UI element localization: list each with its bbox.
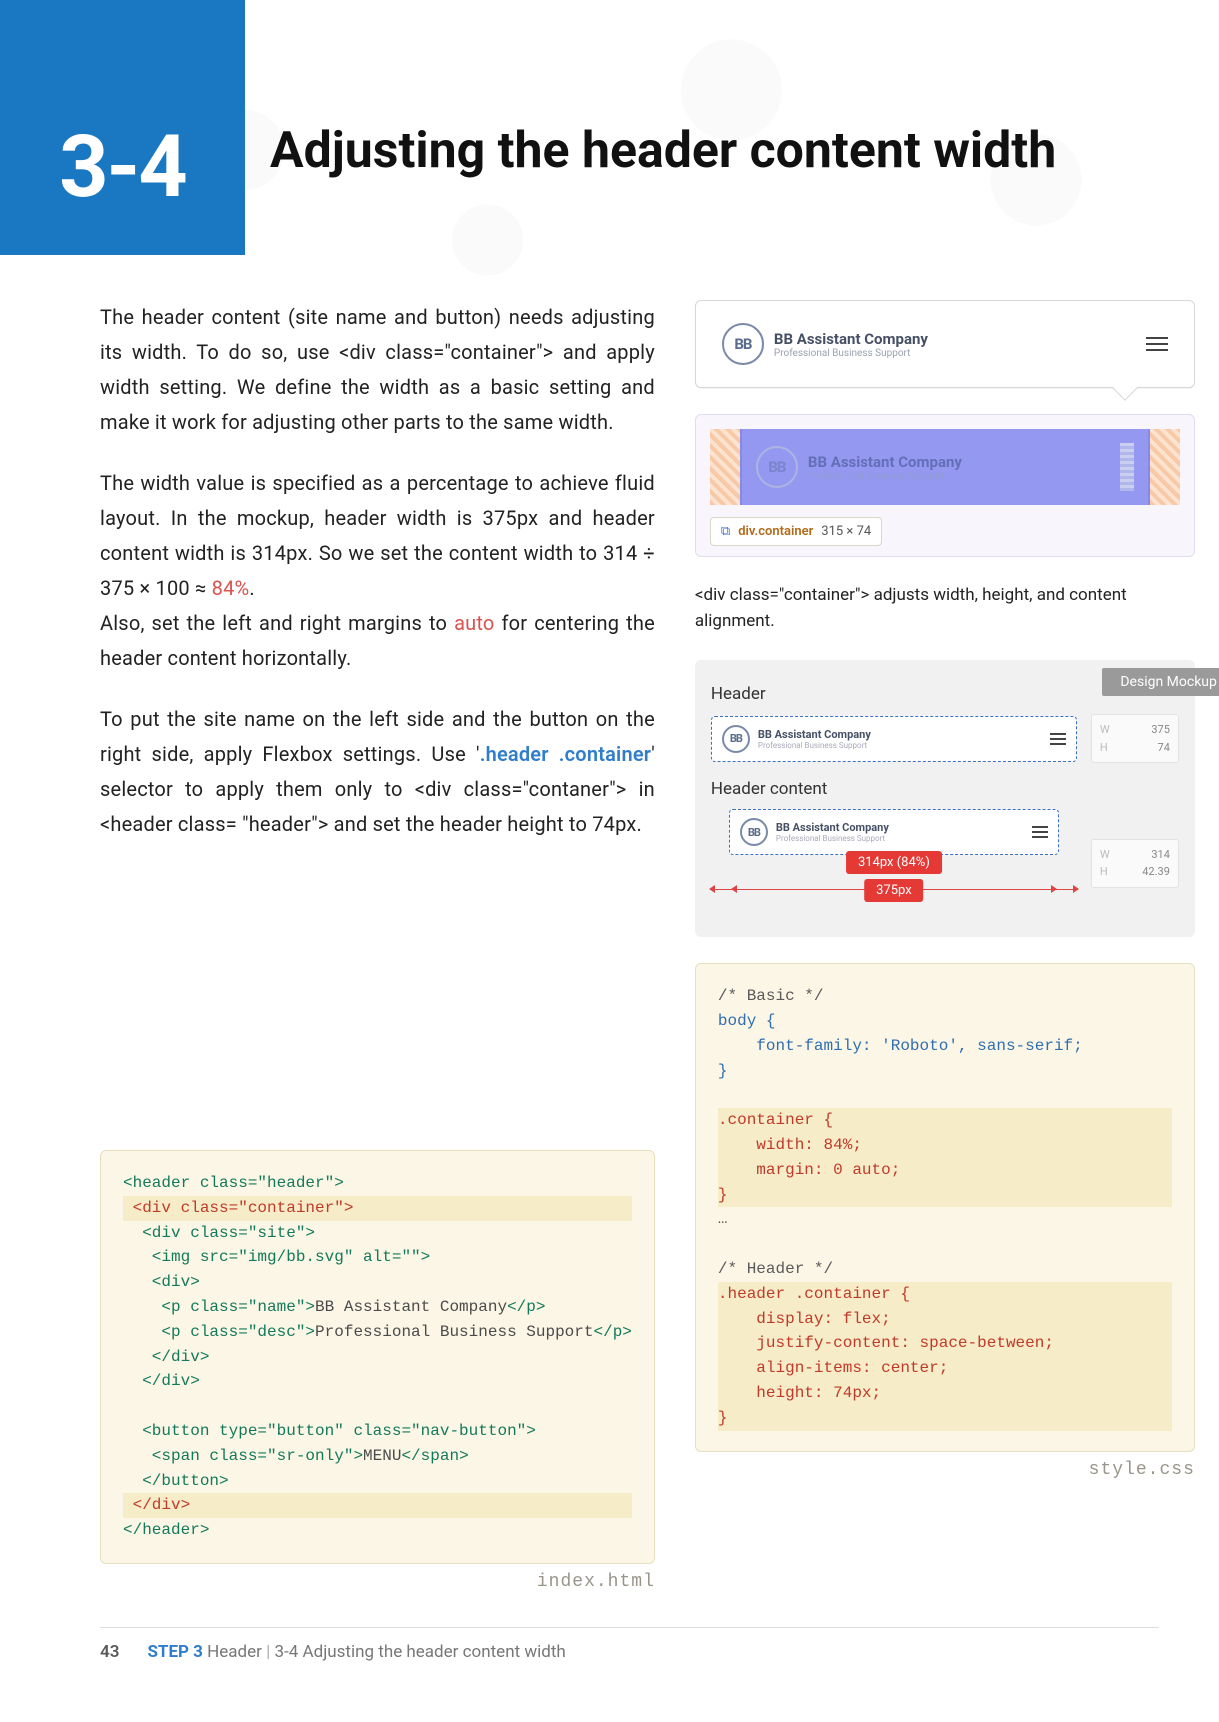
paragraph-2a: The width value is specified as a percen… [100, 471, 655, 600]
mockup-company-name: BB Assistant Company [758, 728, 871, 741]
measure-inner-badge: 314px (84%) [846, 851, 942, 874]
illustration-caption: <div class="container"> adjusts width, h… [695, 583, 1195, 634]
mockup-company-desc: Professional Business Support [758, 741, 871, 750]
hamburger-icon [1032, 826, 1048, 838]
dim-header-w: 375 [1151, 721, 1170, 739]
mockup-header-preview: BB BB Assistant Company Professional Bus… [711, 716, 1077, 762]
code-block-css: /* Basic */ body { font-family: 'Roboto'… [695, 963, 1195, 1451]
paragraph-4: To put the site name on the left side an… [100, 702, 655, 842]
bb-logo-icon: BB [722, 725, 750, 753]
mockup-company-name-2: BB Assistant Company [776, 821, 889, 834]
footer-step-label: STEP 3 [147, 1642, 203, 1662]
bb-logo-icon: BB [740, 818, 768, 846]
chapter-badge: 3-4 [0, 0, 245, 255]
paragraph-1: The header content (site name and button… [100, 300, 655, 440]
code-filename-html: index.html [100, 1572, 655, 1592]
design-mockup-tag: Design Mockup [1102, 668, 1219, 696]
company-desc: Professional Business Support [774, 348, 928, 359]
devtool-selector: div.container [738, 524, 813, 539]
dim-content-w: 314 [1151, 846, 1170, 864]
chapter-number: 3-4 [59, 116, 186, 217]
illustration-header-preview: BB BB Assistant Company Professional Bus… [695, 300, 1195, 388]
code-filename-css: style.css [695, 1460, 1195, 1480]
hamburger-icon [1146, 337, 1168, 351]
design-mockup-panel: Design Mockup Header BB BB Assistant Com… [695, 660, 1195, 937]
company-name-hl: BB Assistant Company [808, 453, 962, 471]
paragraph-2: The width value is specified as a percen… [100, 466, 655, 676]
mockup-content-dims: W314 H42.39 [1091, 839, 1179, 888]
mockup-header-dims: W375 H74 [1091, 714, 1179, 763]
page-title: Adjusting the header content width [270, 120, 1159, 183]
dim-content-h: 42.39 [1142, 863, 1170, 881]
footer-step-name: Header [207, 1642, 262, 1662]
devtool-dimensions: 315 × 74 [821, 524, 871, 539]
company-desc-hl: Professional Business Support [808, 471, 962, 482]
mockup-company-desc-2: Professional Business Support [776, 834, 889, 843]
illustration-container-highlight: BB BB Assistant Company Professional Bus… [695, 414, 1195, 557]
highlight-percent: 84% [212, 576, 250, 600]
code-block-html: <header class="header"> <div class="cont… [100, 1150, 655, 1564]
footer-section: 3-4 Adjusting the header content width [275, 1642, 566, 1662]
highlight-auto: auto [454, 611, 494, 635]
highlight-selector: .header .container [480, 742, 651, 766]
bb-logo-icon: BB [722, 323, 764, 365]
inspect-icon: ⧉ [721, 524, 730, 539]
company-name: BB Assistant Company [774, 330, 928, 348]
paragraph-2b: . [249, 576, 254, 600]
mockup-content-preview: BB BB Assistant Company Professional Bus… [729, 809, 1059, 855]
bb-logo-icon: BB [756, 446, 798, 488]
hamburger-icon [1050, 733, 1066, 745]
page-footer: 43 STEP 3 Header | 3-4 Adjusting the hea… [100, 1627, 1159, 1662]
devtool-chip: ⧉ div.container 315 × 74 [710, 517, 882, 546]
measure-outer-badge: 375px [864, 879, 924, 902]
dim-header-h: 74 [1158, 739, 1170, 757]
mockup-label-header-content: Header content [711, 779, 1179, 799]
paragraph-3a: Also, set the left and right margins to [100, 611, 454, 635]
page-number: 43 [100, 1642, 119, 1662]
